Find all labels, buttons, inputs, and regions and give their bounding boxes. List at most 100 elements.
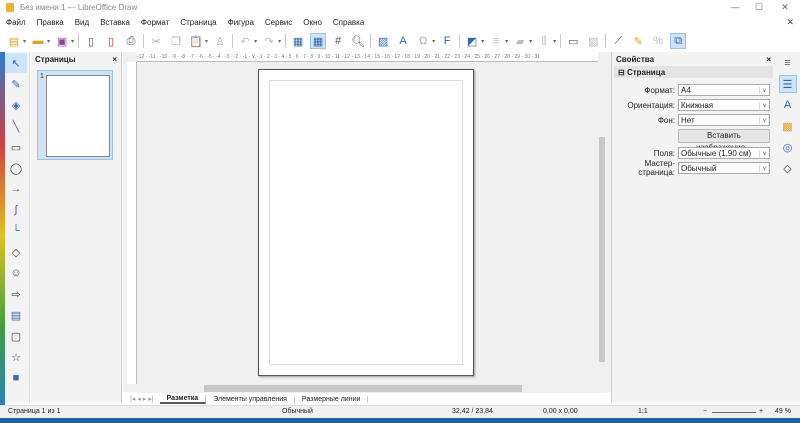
undo-icon[interactable]: ↶ (237, 33, 253, 49)
print-icon[interactable]: ⎙ (123, 33, 139, 49)
page-thumbnail[interactable]: 1 (37, 70, 113, 160)
fontwork-icon[interactable]: F (439, 33, 455, 49)
points-icon[interactable]: ⟋ (610, 33, 626, 49)
menu-file[interactable]: Файл (6, 18, 26, 27)
rectangle-icon[interactable]: ▭ (5, 137, 27, 157)
align-icon[interactable]: ≡ (488, 33, 504, 49)
menu-format[interactable]: Формат (141, 18, 169, 27)
zoom-level[interactable]: 49 % (775, 408, 791, 415)
margins-select[interactable]: Обычные (1,90 см) ∨ (678, 147, 770, 159)
background-select[interactable]: Нет ∨ (678, 114, 770, 126)
special-character-icon[interactable]: Ω (415, 33, 431, 49)
shapes-icon[interactable]: ◇ (779, 159, 797, 177)
zoom-slider[interactable] (712, 412, 756, 413)
select-icon[interactable]: ↖ (5, 53, 27, 73)
menu-page[interactable]: Страница (180, 18, 216, 27)
vertical-scrollbar[interactable] (598, 62, 606, 384)
menu-window[interactable]: Окно (303, 18, 322, 27)
close-icon[interactable]: × (112, 55, 117, 64)
section-page[interactable]: ⊟ Страница (614, 66, 773, 78)
close-document-button[interactable]: ✕ (786, 17, 794, 28)
toggle-extrusion-icon[interactable]: % (650, 33, 666, 49)
chevron-down-icon: ∨ (759, 149, 769, 157)
menu-edit[interactable]: Правка (37, 18, 64, 27)
properties-icon[interactable]: ☰ (778, 75, 797, 93)
lines-arrows-icon[interactable]: → (5, 179, 27, 199)
menu-bar: Файл Правка Вид Вставка Формат Страница … (0, 15, 800, 30)
chevron-down-icon: ∨ (759, 101, 769, 109)
insert-image-icon[interactable]: ▨ (375, 33, 391, 49)
sidebar-menu-icon[interactable]: ≡ (779, 54, 797, 72)
page-margins (269, 80, 463, 365)
show-draw-functions-icon[interactable]: ⧉ (670, 33, 687, 49)
transformations-icon[interactable]: ◩ (464, 33, 480, 49)
tab-navigation[interactable]: |◂ ◂ ▸ ▸| (130, 395, 154, 403)
fill-color-icon[interactable]: ◈ (5, 95, 27, 115)
save-icon[interactable]: ▣ (54, 33, 70, 49)
connectors-icon[interactable]: └ (5, 221, 27, 241)
new-icon[interactable]: ▤ (6, 33, 22, 49)
styles-icon[interactable]: A (779, 96, 797, 114)
menu-shape[interactable]: Фигура (228, 18, 254, 27)
export-pdf-icon[interactable]: ▯ (103, 33, 119, 49)
zoom-in-button[interactable]: + (759, 408, 763, 415)
open-folder-icon[interactable]: ▬ (30, 33, 46, 49)
tab-layout[interactable]: Разметка (159, 394, 207, 404)
callouts-icon[interactable]: ▢ (5, 326, 27, 346)
standard-toolbar: ▤ ▾ ▬ ▾ ▣ ▾ ▯ ▯ ⎙ ✂ ❐ 📋 ▾ ♙ ↶ ▾ ↷ ▾ ▦ ▦ # 🔍︎ ▨… (0, 30, 800, 52)
snap-grid-icon[interactable]: # (330, 33, 346, 49)
maximize-button[interactable]: ☐ (746, 0, 772, 15)
arrange-icon[interactable]: ▰ (512, 33, 528, 49)
page[interactable] (258, 69, 474, 376)
close-button[interactable]: ✕ (772, 0, 798, 15)
orientation-select[interactable]: Книжная ∨ (678, 99, 770, 111)
vertical-ruler (127, 62, 137, 384)
helplines-icon[interactable]: ▦ (310, 33, 327, 49)
block-arrows-icon[interactable]: ⇨ (5, 284, 27, 304)
zoom-out-button[interactable]: − (703, 408, 707, 415)
navigator-icon[interactable]: ◎ (779, 138, 797, 156)
master-page-label: Мастер-страница: (638, 159, 675, 177)
redo-icon[interactable]: ↷ (261, 33, 277, 49)
copy-icon[interactable]: ❐ (168, 33, 184, 49)
gallery-icon[interactable]: ▩ (779, 117, 797, 135)
tab-controls[interactable]: Элементы управления (206, 395, 295, 403)
taskbar (0, 418, 800, 423)
tab-dimension-lines[interactable]: Размерные линии (295, 395, 369, 403)
export-icon[interactable]: ▯ (83, 33, 99, 49)
grid-icon[interactable]: ▦ (290, 33, 306, 49)
minimize-button[interactable]: — (722, 0, 748, 15)
horizontal-scrollbar[interactable] (137, 384, 607, 393)
format-select[interactable]: A4 ∨ (678, 84, 770, 96)
close-icon[interactable]: × (766, 55, 771, 64)
menu-insert[interactable]: Вставка (100, 18, 130, 27)
glue-points-icon[interactable]: ✎ (630, 33, 646, 49)
curves-icon[interactable]: ∫ (5, 200, 27, 220)
zoom-pan-icon[interactable]: 🔍︎ (350, 33, 366, 49)
margins-label: Поля: (653, 148, 675, 158)
insert-textbox-icon[interactable]: A (395, 33, 411, 49)
page-status: Страница 1 из 1 (8, 408, 61, 415)
chevron-down-icon: ∨ (759, 164, 769, 172)
menu-help[interactable]: Справка (333, 18, 364, 27)
shadow-icon[interactable]: ▭ (565, 33, 581, 49)
flowchart-icon[interactable]: ▤ (5, 305, 27, 325)
distribute-icon[interactable]: ⫼ (536, 33, 552, 49)
symbol-shapes-icon[interactable]: ☺ (5, 263, 27, 283)
line-color-icon[interactable]: ✎ (5, 74, 27, 94)
crop-icon[interactable]: ▧ (585, 33, 601, 49)
insert-image-button[interactable]: Вставить изображение... (678, 129, 770, 152)
stars-icon[interactable]: ☆ (5, 347, 27, 367)
window-title: Без имени 1 — LibreOffice Draw (20, 3, 138, 12)
3d-objects-icon[interactable]: ■ (5, 368, 27, 388)
line-icon[interactable]: ╲ (5, 116, 27, 136)
master-page-select[interactable]: Обычный ∨ (678, 162, 770, 174)
clone-formatting-icon[interactable]: ♙ (212, 33, 228, 49)
status-bar: Страница 1 из 1 Обычный 32,42 / 23,84 0,… (0, 405, 800, 418)
menu-view[interactable]: Вид (75, 18, 89, 27)
cut-icon[interactable]: ✂ (148, 33, 164, 49)
basic-shapes-icon[interactable]: ◇ (5, 242, 27, 262)
ellipse-icon[interactable]: ◯ (5, 158, 27, 178)
paste-icon[interactable]: 📋 (188, 33, 204, 49)
menu-tools[interactable]: Сервис (265, 18, 292, 27)
